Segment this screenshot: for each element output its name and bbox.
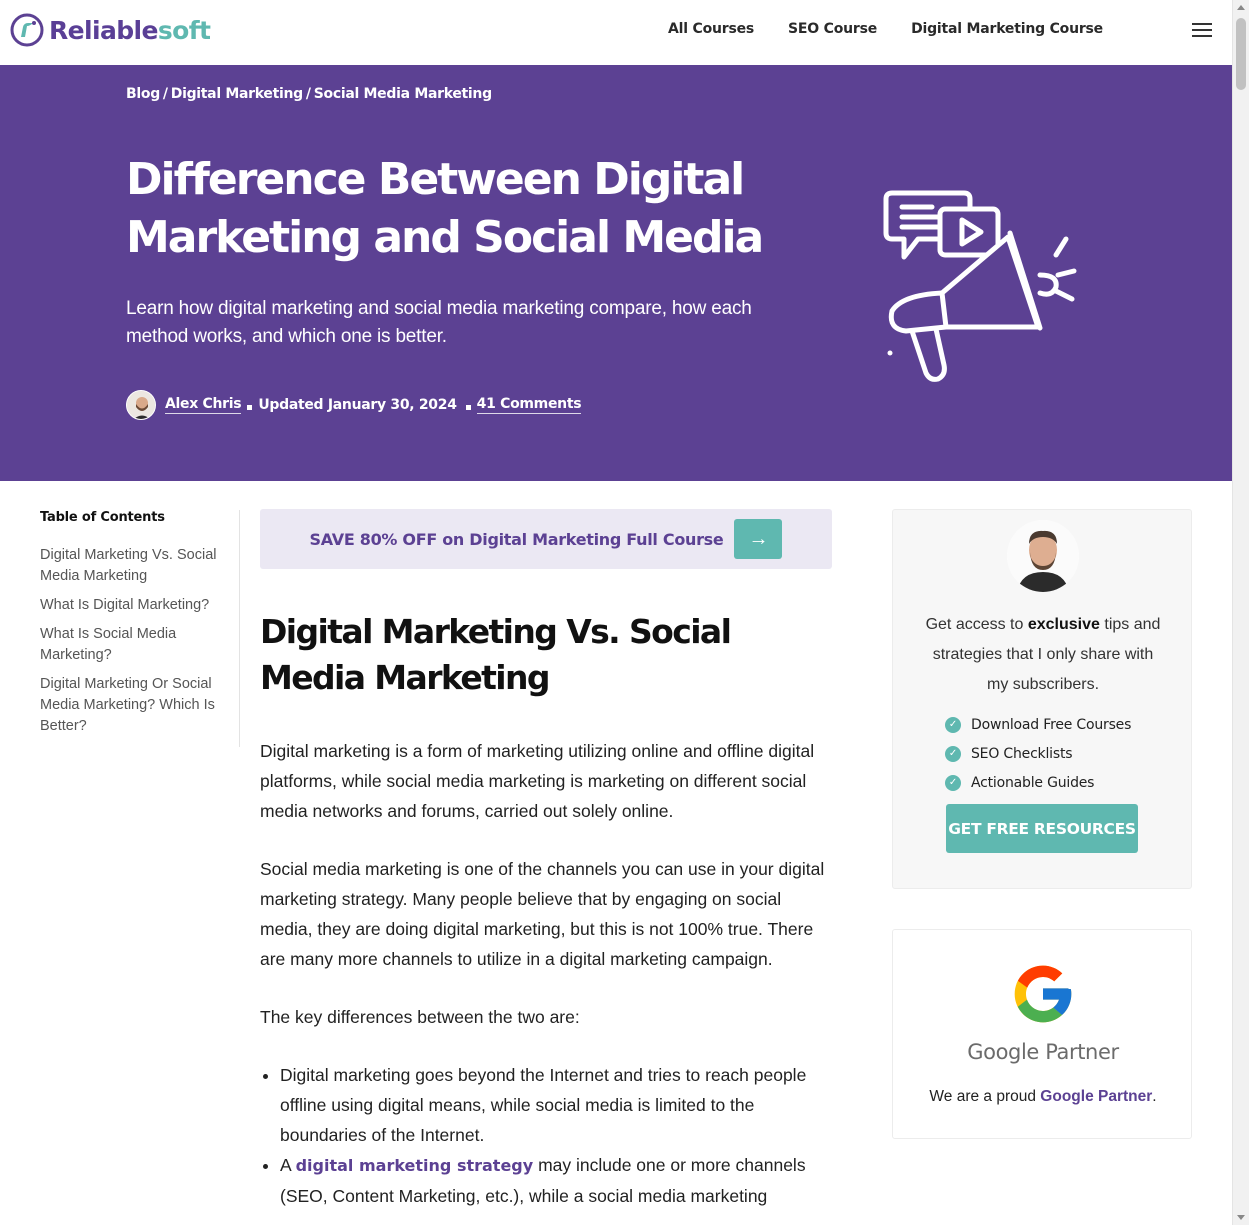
benefit-item: ✓ SEO Checklists: [945, 739, 1131, 768]
meta-separator: [465, 404, 471, 410]
google-partner-link[interactable]: Google Partner: [1040, 1088, 1152, 1105]
google-partner-label: Google Partner: [967, 1040, 1119, 1064]
promo-text[interactable]: SAVE 80% OFF on Digital Marketing Full C…: [310, 530, 724, 549]
scroll-up-arrow-icon[interactable]: [1237, 5, 1245, 10]
list-item: Digital marketing goes beyond the Intern…: [280, 1060, 832, 1150]
subscribe-box: Get access to exclusive tips and strateg…: [892, 509, 1192, 889]
toc-item: What Is Social Media Marketing?: [40, 624, 220, 666]
page-subtitle: Learn how digital marketing and social m…: [126, 298, 752, 347]
article-body: Digital Marketing Vs. Social Media Marke…: [260, 609, 832, 1211]
toc-title: Table of Contents: [40, 510, 165, 525]
toc-link-dm-vs-smm[interactable]: Digital Marketing Vs. Social Media Marke…: [40, 547, 217, 584]
benefits-list: ✓ Download Free Courses ✓ SEO Checklists ✓…: [945, 710, 1131, 797]
breadcrumb: Blog / Digital Marketing / Social Media Mark…: [126, 86, 492, 102]
toc-link-what-is-smm[interactable]: What Is Social Media Marketing?: [40, 626, 176, 663]
dm-strategy-link[interactable]: digital marketing strategy: [296, 1156, 534, 1175]
list-item: A digital marketing strategy may include…: [280, 1150, 832, 1211]
section-heading: Digital Marketing Vs. Social Media Marke…: [260, 612, 732, 697]
comments-link[interactable]: 41 Comments: [476, 396, 582, 414]
check-circle-icon: ✓: [945, 774, 961, 791]
site-header: Reliablesoft All Courses SEO Course Digi…: [0, 0, 1232, 65]
breadcrumb-digital-marketing[interactable]: Digital Marketing: [171, 86, 303, 102]
post-meta: Alex Chris Updated January 30, 2024 41 C…: [126, 390, 582, 420]
subscribe-text: Get access to exclusive tips and strateg…: [925, 616, 1161, 693]
promo-banner[interactable]: SAVE 80% OFF on Digital Marketing Full C…: [260, 509, 832, 569]
google-partner-box: Google Partner We are a proud Google Par…: [892, 929, 1192, 1139]
paragraph: The key differences between the two are:: [260, 1007, 580, 1027]
check-circle-icon: ✓: [945, 716, 961, 733]
scrollbar-thumb[interactable]: [1236, 18, 1246, 90]
page-scrollbar[interactable]: [1232, 0, 1249, 1225]
hamburger-icon[interactable]: [1192, 23, 1212, 39]
table-of-contents: Table of Contents Digital Marketing Vs. …: [40, 510, 240, 747]
benefit-item: ✓ Actionable Guides: [945, 768, 1131, 797]
meta-separator: [247, 404, 253, 410]
page-title: Difference Between Digital Marketing and…: [126, 154, 764, 263]
get-free-resources-button[interactable]: GET FREE RESOURCES: [946, 804, 1138, 853]
toc-list: Digital Marketing Vs. Social Media Marke…: [40, 545, 239, 737]
check-circle-icon: ✓: [945, 745, 961, 762]
author-face-icon: [127, 391, 155, 419]
reliablesoft-logo-icon: [10, 13, 44, 47]
site-logo[interactable]: Reliablesoft: [10, 13, 211, 47]
toc-item: What Is Digital Marketing?: [40, 595, 220, 616]
toc-link-what-is-dm[interactable]: What Is Digital Marketing?: [40, 597, 209, 613]
paragraph: Social media marketing is one of the cha…: [260, 859, 825, 969]
toc-item: Digital Marketing Vs. Social Media Marke…: [40, 545, 220, 587]
nav-digital-marketing-course[interactable]: Digital Marketing Course: [911, 21, 1103, 37]
nav-seo-course[interactable]: SEO Course: [788, 21, 877, 37]
arrow-right-icon[interactable]: →: [734, 519, 783, 559]
google-g-icon: [1014, 965, 1072, 1023]
author-face-icon: [1007, 520, 1079, 592]
top-nav: All Courses SEO Course Digital Marketing…: [668, 21, 1137, 37]
partner-text: We are a proud Google Partner.: [929, 1088, 1157, 1105]
breadcrumb-social-media-marketing[interactable]: Social Media Marketing: [314, 86, 492, 102]
hero-banner: Blog / Digital Marketing / Social Media Mark…: [0, 65, 1232, 481]
paragraph: Digital marketing is a form of marketing…: [260, 741, 815, 821]
nav-all-courses[interactable]: All Courses: [668, 21, 754, 37]
toc-link-which-is-better[interactable]: Digital Marketing Or Social Media Market…: [40, 676, 215, 734]
logo-text: Reliablesoft: [49, 15, 211, 45]
article-main: SAVE 80% OFF on Digital Marketing Full C…: [260, 509, 832, 1211]
megaphone-icon: [883, 190, 1077, 382]
scroll-down-arrow-icon[interactable]: [1237, 1215, 1245, 1220]
breadcrumb-blog[interactable]: Blog: [126, 86, 160, 102]
author-photo: [1007, 520, 1079, 592]
differences-list: Digital marketing goes beyond the Intern…: [260, 1060, 832, 1211]
author-link[interactable]: Alex Chris: [165, 396, 242, 414]
author-avatar[interactable]: [126, 390, 156, 420]
toc-item: Digital Marketing Or Social Media Market…: [40, 674, 220, 737]
updated-date: Updated January 30, 2024: [258, 397, 457, 413]
benefit-item: ✓ Download Free Courses: [945, 710, 1131, 739]
